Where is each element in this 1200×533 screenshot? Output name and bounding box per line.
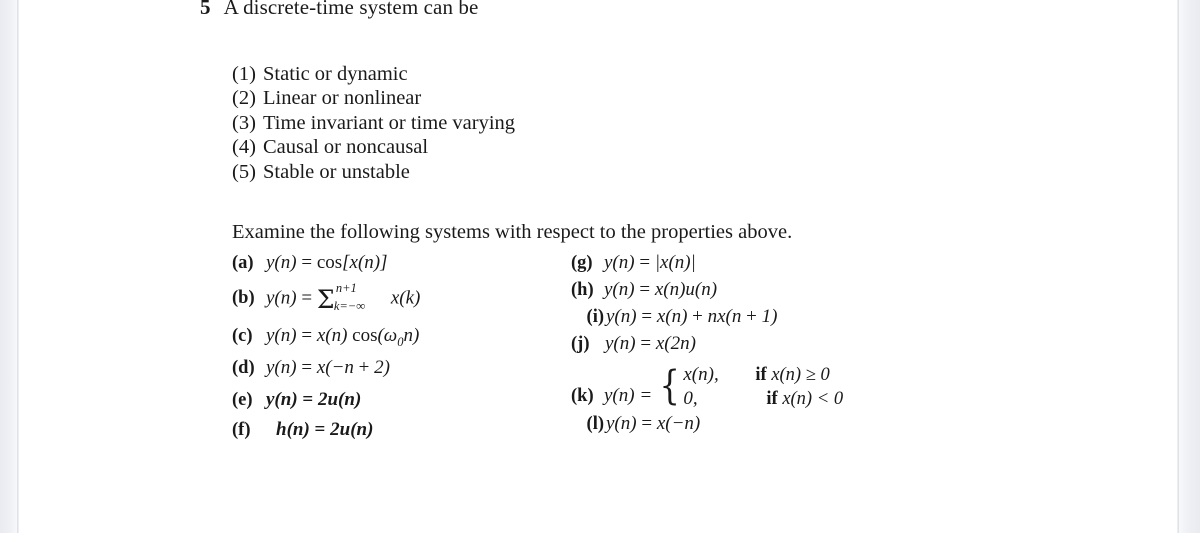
page-left-margin-shadow — [0, 0, 18, 533]
equation-label: (c) — [232, 326, 253, 346]
summation-operator: Σ n+1 k=−∞ — [316, 281, 391, 314]
piecewise-cases: x(n), if x(n) ≥ 0 0, if x(n) < 0 — [683, 363, 843, 411]
property-label: Static or dynamic — [263, 63, 408, 85]
equation-body: y(n) = cos[x(n)] — [266, 252, 388, 273]
equation-label: (l) — [586, 414, 604, 434]
property-marker: (2) — [232, 87, 256, 110]
equation-label: (j) — [571, 334, 590, 354]
condition-keyword: if — [755, 365, 767, 385]
piecewise-lhs: y(n) = — [604, 385, 653, 406]
equation-body: y(n) = x(n) + nx(n + 1) — [606, 306, 778, 327]
property-item: (4) Causal or noncausal — [232, 135, 515, 159]
equation-body: y(n) = x(n) cos(ω0n) — [266, 325, 420, 349]
equation-item-f: (f) h(n) = 2u(n) — [232, 419, 420, 449]
equation-body: y(n) = |x(n)| — [604, 252, 696, 273]
piecewise-value: x(n), — [683, 364, 719, 385]
page-content: 5 A discrete-time system can be (1) Static… — [19, 0, 1177, 533]
property-label: Linear or nonlinear — [263, 87, 422, 110]
equation-label: (g) — [571, 253, 593, 273]
equation-body: h(n) = 2u(n) — [276, 419, 374, 440]
equation-column-right: (g) y(n) = |x(n)| (h) y(n) = x(n)u(n) (i… — [571, 252, 843, 441]
equation-item-j: (j) y(n) = x(2n) — [571, 333, 843, 364]
condition-expression: x(n) < 0 — [782, 389, 844, 409]
equation-column-left: (a) y(n) = cos[x(n)] (b) y(n) = Σ n+1 k=… — [232, 252, 420, 449]
page-right-margin-shadow — [1178, 0, 1200, 533]
equation-body: y(n) = x(−n) — [606, 413, 701, 434]
equation-item-e: (e) y(n) = 2u(n) — [232, 389, 420, 419]
left-brace-icon: { — [659, 363, 680, 409]
equation-label: (f) — [232, 420, 251, 440]
equation-body: y(n) = { x(n), if x(n) ≥ 0 0, if x(n) < … — [604, 364, 843, 412]
page-heading: 5 A discrete-time system can be — [200, 0, 478, 20]
property-label: Causal or noncausal — [263, 136, 429, 159]
equation-body: y(n) = x(−n + 2) — [266, 357, 390, 378]
property-item: (2) Linear or nonlinear — [232, 86, 515, 110]
equation-item-k: (k) y(n) = { x(n), if x(n) ≥ 0 0, if x(n… — [571, 364, 843, 413]
piecewise-case: x(n), if x(n) ≥ 0 — [683, 363, 843, 387]
piecewise-case: 0, if x(n) < 0 — [683, 387, 843, 411]
equation-label: (d) — [232, 358, 255, 378]
equation-label: (b) — [232, 288, 255, 309]
property-item: (5) Stable or unstable — [232, 160, 515, 184]
document-viewport: 5 A discrete-time system can be (1) Static… — [0, 0, 1200, 533]
summation-term: x(k) — [390, 287, 421, 309]
piecewise-condition: if x(n) < 0 — [755, 387, 843, 411]
equation-label: (k) — [571, 386, 594, 406]
equation-body: y(n) = 2u(n) — [266, 389, 362, 410]
equation-body: y(n) = x(2n) — [605, 333, 696, 354]
heading-number: 5 — [200, 0, 211, 19]
equation-body: y(n) = Σ n+1 k=−∞ x(k) — [266, 281, 421, 314]
equation-item-b: (b) y(n) = Σ n+1 k=−∞ x(k) — [232, 281, 421, 325]
piecewise-value: 0, — [683, 388, 698, 409]
property-label: Time invariant or time varying — [263, 111, 516, 134]
property-marker: (5) — [232, 160, 256, 183]
condition-expression: x(n) ≥ 0 — [771, 365, 830, 385]
equation-item-a: (a) y(n) = cos[x(n)] — [232, 252, 420, 286]
piecewise-condition: if x(n) ≥ 0 — [755, 363, 829, 387]
instruction-text: Examine the following systems with respe… — [232, 221, 793, 243]
piecewise-block: { x(n), if x(n) ≥ 0 0, if x(n) < 0 — [657, 363, 843, 411]
equation-item-h: (h) y(n) = x(n)u(n) — [571, 279, 843, 306]
equation-item-c: (c) y(n) = x(n) cos(ω0n) — [232, 325, 420, 357]
property-item: (1) Static or dynamic — [232, 62, 515, 86]
property-item: (3) Time invariant or time varying — [232, 111, 515, 135]
summation-upper-limit: n+1 — [335, 281, 357, 295]
property-marker: (3) — [232, 111, 256, 134]
equation-item-l: (l) y(n) = x(−n) — [571, 413, 843, 441]
sigma-icon: Σ — [316, 285, 335, 314]
condition-keyword: if — [766, 389, 778, 409]
heading-text: A discrete-time system can be — [223, 0, 479, 19]
properties-list: (1) Static or dynamic (2) Linear or nonlin… — [232, 62, 515, 184]
equation-label: (i) — [586, 307, 604, 327]
equation-label: (h) — [571, 280, 594, 300]
equation-item-g: (g) y(n) = |x(n)| — [571, 252, 843, 279]
equation-item-d: (d) y(n) = x(−n + 2) — [232, 357, 420, 389]
summation-lower-limit: k=−∞ — [333, 299, 366, 313]
equation-body: y(n) = x(n)u(n) — [604, 279, 718, 300]
property-marker: (1) — [232, 63, 256, 85]
property-label: Stable or unstable — [263, 160, 410, 183]
property-marker: (4) — [232, 136, 256, 159]
equation-item-i: (i) y(n) = x(n) + nx(n + 1) — [571, 306, 843, 333]
equation-label: (a) — [232, 253, 254, 273]
document-page: 5 A discrete-time system can be (1) Static… — [19, 0, 1177, 533]
equation-label: (e) — [232, 390, 253, 410]
